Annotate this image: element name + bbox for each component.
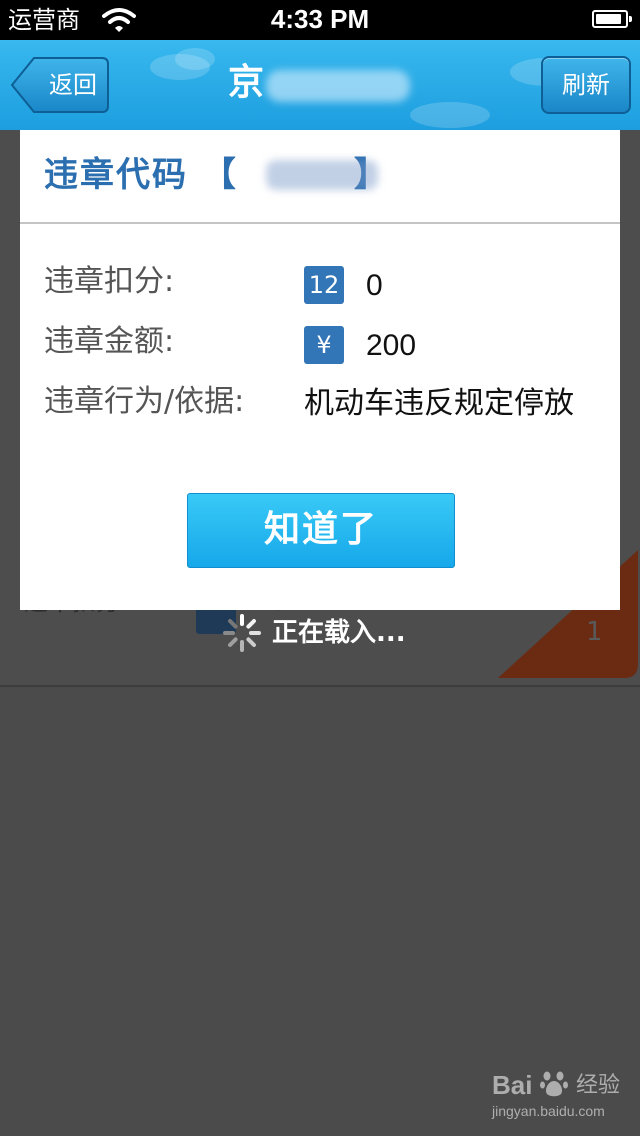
yuan-icon: ¥ [304, 326, 344, 364]
loading-text: 正在载入... [272, 618, 406, 648]
spinner-icon [223, 614, 261, 652]
battery-level [596, 14, 622, 24]
violation-code-prefix: 违章代码 【 [44, 155, 238, 195]
background-count: 1 [586, 617, 603, 647]
baidu-jingyan-watermark: Bai 经验 jingyan.baidu.com [492, 1066, 632, 1126]
points-label: 违章扣分: [44, 264, 175, 299]
violation-detail-dialog: 违章代码 【】 违章扣分: 12 0 违章金额: ¥ 200 违章行为/依据: … [20, 130, 620, 610]
ok-button[interactable]: 知道了 [187, 493, 455, 568]
points-badge: 12 [304, 266, 344, 304]
blurred-plate-number [266, 70, 410, 102]
watermark-logo: Bai [492, 1070, 533, 1100]
behavior-label: 违章行为/依据: [44, 384, 245, 419]
cloud-decoration [175, 48, 215, 70]
watermark-url: jingyan.baidu.com [492, 1103, 605, 1119]
row-divider [0, 685, 640, 687]
back-label: 返回 [49, 71, 97, 99]
amount-value: 200 [366, 329, 417, 362]
page-title: 京 [228, 62, 265, 103]
amount-label: 违章金额: [44, 324, 175, 359]
battery-icon [592, 10, 632, 28]
watermark-brand: 经验 [576, 1073, 621, 1098]
blurred-violation-code [266, 160, 378, 190]
nav-bar: 返回 京 刷新 [0, 40, 640, 130]
refresh-button[interactable]: 刷新 [541, 56, 631, 114]
back-button[interactable]: 返回 [10, 56, 110, 114]
status-bar: 运营商 4:33 PM [0, 0, 640, 40]
behavior-value: 机动车违反规定停放 [304, 386, 574, 421]
clock: 4:33 PM [270, 4, 370, 34]
cloud-decoration [410, 102, 490, 128]
baidu-paw-icon [540, 1071, 568, 1097]
points-value: 0 [366, 269, 383, 302]
dialog-header: 违章代码 【】 [20, 130, 620, 224]
